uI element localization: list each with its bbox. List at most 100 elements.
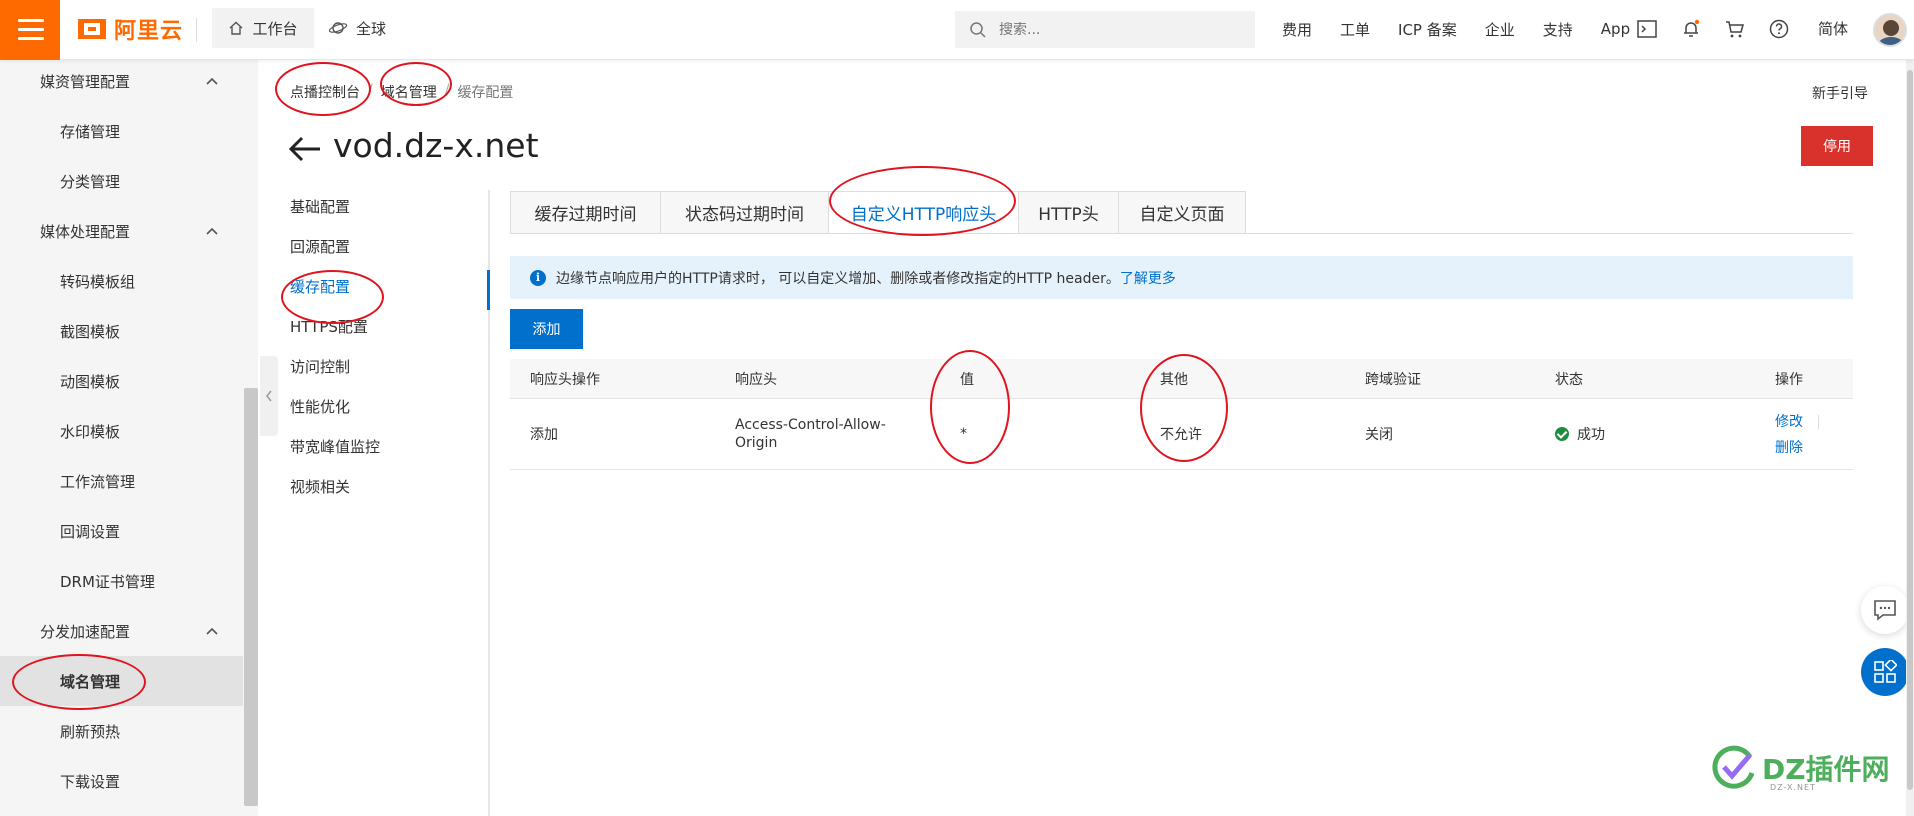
apps-float-button[interactable]: [1861, 648, 1909, 696]
page-scrollbar[interactable]: [1906, 60, 1914, 816]
cell-header: Access-Control-Allow- Origin: [735, 417, 886, 451]
link-enterprise[interactable]: 企业: [1485, 19, 1515, 40]
sidebar: 媒资管理配置 存储管理 分类管理 媒体处理配置 转码模板组 截图模板 动图模板 …: [0, 60, 258, 816]
region-selector[interactable]: 全球: [328, 8, 386, 48]
link-icp[interactable]: ICP 备案: [1398, 19, 1457, 40]
sidebar-item-gif[interactable]: 动图模板: [60, 371, 120, 392]
subnav-basic[interactable]: 基础配置: [290, 196, 350, 217]
chevron-up-icon[interactable]: [205, 74, 219, 88]
sidebar-item-category[interactable]: 分类管理: [60, 171, 120, 192]
breadcrumb-current: 缓存配置: [457, 85, 514, 101]
sidebar-item-download[interactable]: 下载设置: [60, 771, 120, 792]
search-icon: [970, 21, 986, 38]
tab-custom-page[interactable]: 自定义页面: [1118, 191, 1246, 234]
workbench-button[interactable]: 工作台: [212, 8, 314, 48]
tab-baseline: [510, 233, 1853, 234]
guide-link[interactable]: 新手引导: [1812, 83, 1868, 103]
chevron-up-icon[interactable]: [205, 224, 219, 238]
info-notice: i 边缘节点响应用户的HTTP请求时， 可以自定义增加、删除或者修改指定的HTT…: [510, 256, 1853, 299]
table-header: 响应头操作 响应头 值 其他 跨域验证 状态 操作: [510, 359, 1853, 399]
cell-other: 不允许: [1160, 427, 1202, 443]
breadcrumb-console[interactable]: 点播控制台: [290, 82, 360, 102]
col-header-name: 响应头: [735, 371, 777, 388]
region-label: 全球: [356, 19, 387, 38]
sidebar-item-watermark[interactable]: 水印模板: [60, 421, 120, 442]
breadcrumb-separator: /: [444, 82, 450, 98]
action-divider: [1818, 415, 1819, 429]
subnav-origin[interactable]: 回源配置: [290, 236, 350, 257]
hamburger-menu-button[interactable]: [0, 0, 60, 60]
link-support[interactable]: 支持: [1543, 19, 1573, 40]
sidebar-group-media-processing[interactable]: 媒体处理配置: [40, 221, 130, 242]
header-table: 响应头操作 响应头 值 其他 跨域验证 状态 操作 添加 Access-Cont…: [510, 359, 1853, 470]
link-tickets[interactable]: 工单: [1340, 19, 1370, 40]
aliyun-logo-icon: [78, 19, 106, 39]
search-box[interactable]: [955, 11, 1255, 48]
help-icon[interactable]: [1768, 18, 1790, 40]
sidebar-item-drm[interactable]: DRM证书管理: [60, 571, 155, 592]
link-fees[interactable]: 费用: [1282, 19, 1312, 40]
col-header-other: 其他: [1160, 371, 1188, 388]
sidebar-collapse-handle[interactable]: [260, 356, 278, 436]
chat-icon: [1874, 600, 1896, 621]
grid-icon: [1874, 660, 1897, 683]
planet-icon: [328, 22, 348, 34]
watermark-subtext: DZ-X.NET: [1770, 783, 1816, 792]
sidebar-active-highlight: [0, 656, 243, 706]
col-header-cors: 跨域验证: [1365, 371, 1421, 388]
tab-cache-expire[interactable]: 缓存过期时间: [510, 191, 660, 234]
sidebar-item-transcode[interactable]: 转码模板组: [60, 271, 135, 292]
table-row: 添加 Access-Control-Allow- Origin * 不允许 关闭…: [510, 399, 1853, 470]
col-header-status: 状态: [1555, 371, 1583, 388]
divider: [196, 18, 197, 42]
subnav-bandwidth[interactable]: 带宽峰值监控: [290, 436, 380, 457]
watermark-text: DZ插件网: [1762, 753, 1890, 786]
terminal-icon[interactable]: [1636, 18, 1658, 40]
sidebar-item-callback[interactable]: 回调设置: [60, 521, 120, 542]
subnav-video[interactable]: 视频相关: [290, 476, 350, 497]
subnav-active-marker: [487, 270, 490, 310]
delete-link[interactable]: 删除: [1775, 437, 1803, 457]
add-button[interactable]: 添加: [510, 309, 583, 349]
back-arrow-icon[interactable]: [288, 134, 322, 164]
cell-value: *: [960, 426, 967, 442]
tab-http-header[interactable]: HTTP头: [1018, 191, 1118, 234]
sidebar-item-workflow[interactable]: 工作流管理: [60, 471, 135, 492]
watermark-check-icon: [1712, 745, 1755, 789]
cell-actions: 修改 删除: [1775, 399, 1803, 469]
sidebar-scrollbar[interactable]: [244, 388, 258, 806]
sidebar-item-storage[interactable]: 存储管理: [60, 121, 120, 142]
link-app[interactable]: App: [1601, 20, 1630, 38]
cart-icon[interactable]: [1724, 18, 1746, 40]
home-icon: [230, 21, 243, 35]
sidebar-item-refresh[interactable]: 刷新预热: [60, 721, 120, 742]
cell-op: 添加: [530, 427, 558, 443]
breadcrumb: 点播控制台 / 域名管理 / 缓存配置: [290, 82, 513, 102]
bell-icon[interactable]: [1680, 18, 1702, 40]
sidebar-group-media-assets[interactable]: 媒资管理配置: [40, 71, 130, 92]
col-header-value: 值: [960, 371, 974, 388]
disable-button[interactable]: 停用: [1801, 126, 1873, 166]
tab-custom-http-header[interactable]: 自定义HTTP响应头: [828, 191, 1018, 234]
subnav-https[interactable]: HTTPS配置: [290, 316, 368, 337]
subnav-performance[interactable]: 性能优化: [290, 396, 350, 417]
sidebar-item-snapshot[interactable]: 截图模板: [60, 321, 120, 342]
cell-cors: 关闭: [1365, 427, 1393, 443]
edit-link[interactable]: 修改: [1775, 411, 1803, 431]
chevron-up-icon[interactable]: [205, 624, 219, 638]
subnav-access[interactable]: 访问控制: [290, 356, 350, 377]
sidebar-group-distribution[interactable]: 分发加速配置: [40, 621, 130, 642]
tab-bar: 缓存过期时间 状态码过期时间 自定义HTTP响应头 HTTP头 自定义页面: [510, 191, 1246, 234]
language-switch[interactable]: 简体: [1818, 18, 1848, 39]
learn-more-link[interactable]: 了解更多: [1120, 268, 1176, 288]
top-links: 费用 工单 ICP 备案 企业 支持 App: [1282, 0, 1658, 58]
cell-status: 成功: [1555, 399, 1605, 469]
subnav-cache[interactable]: 缓存配置: [290, 276, 350, 297]
breadcrumb-domain[interactable]: 域名管理: [381, 82, 437, 102]
search-input[interactable]: [999, 21, 1229, 38]
chat-float-button[interactable]: [1861, 586, 1909, 634]
user-avatar[interactable]: [1873, 13, 1907, 47]
sidebar-item-domain[interactable]: 域名管理: [60, 671, 120, 692]
aliyun-logo[interactable]: 阿里云: [78, 14, 183, 44]
tab-status-expire[interactable]: 状态码过期时间: [660, 191, 828, 234]
